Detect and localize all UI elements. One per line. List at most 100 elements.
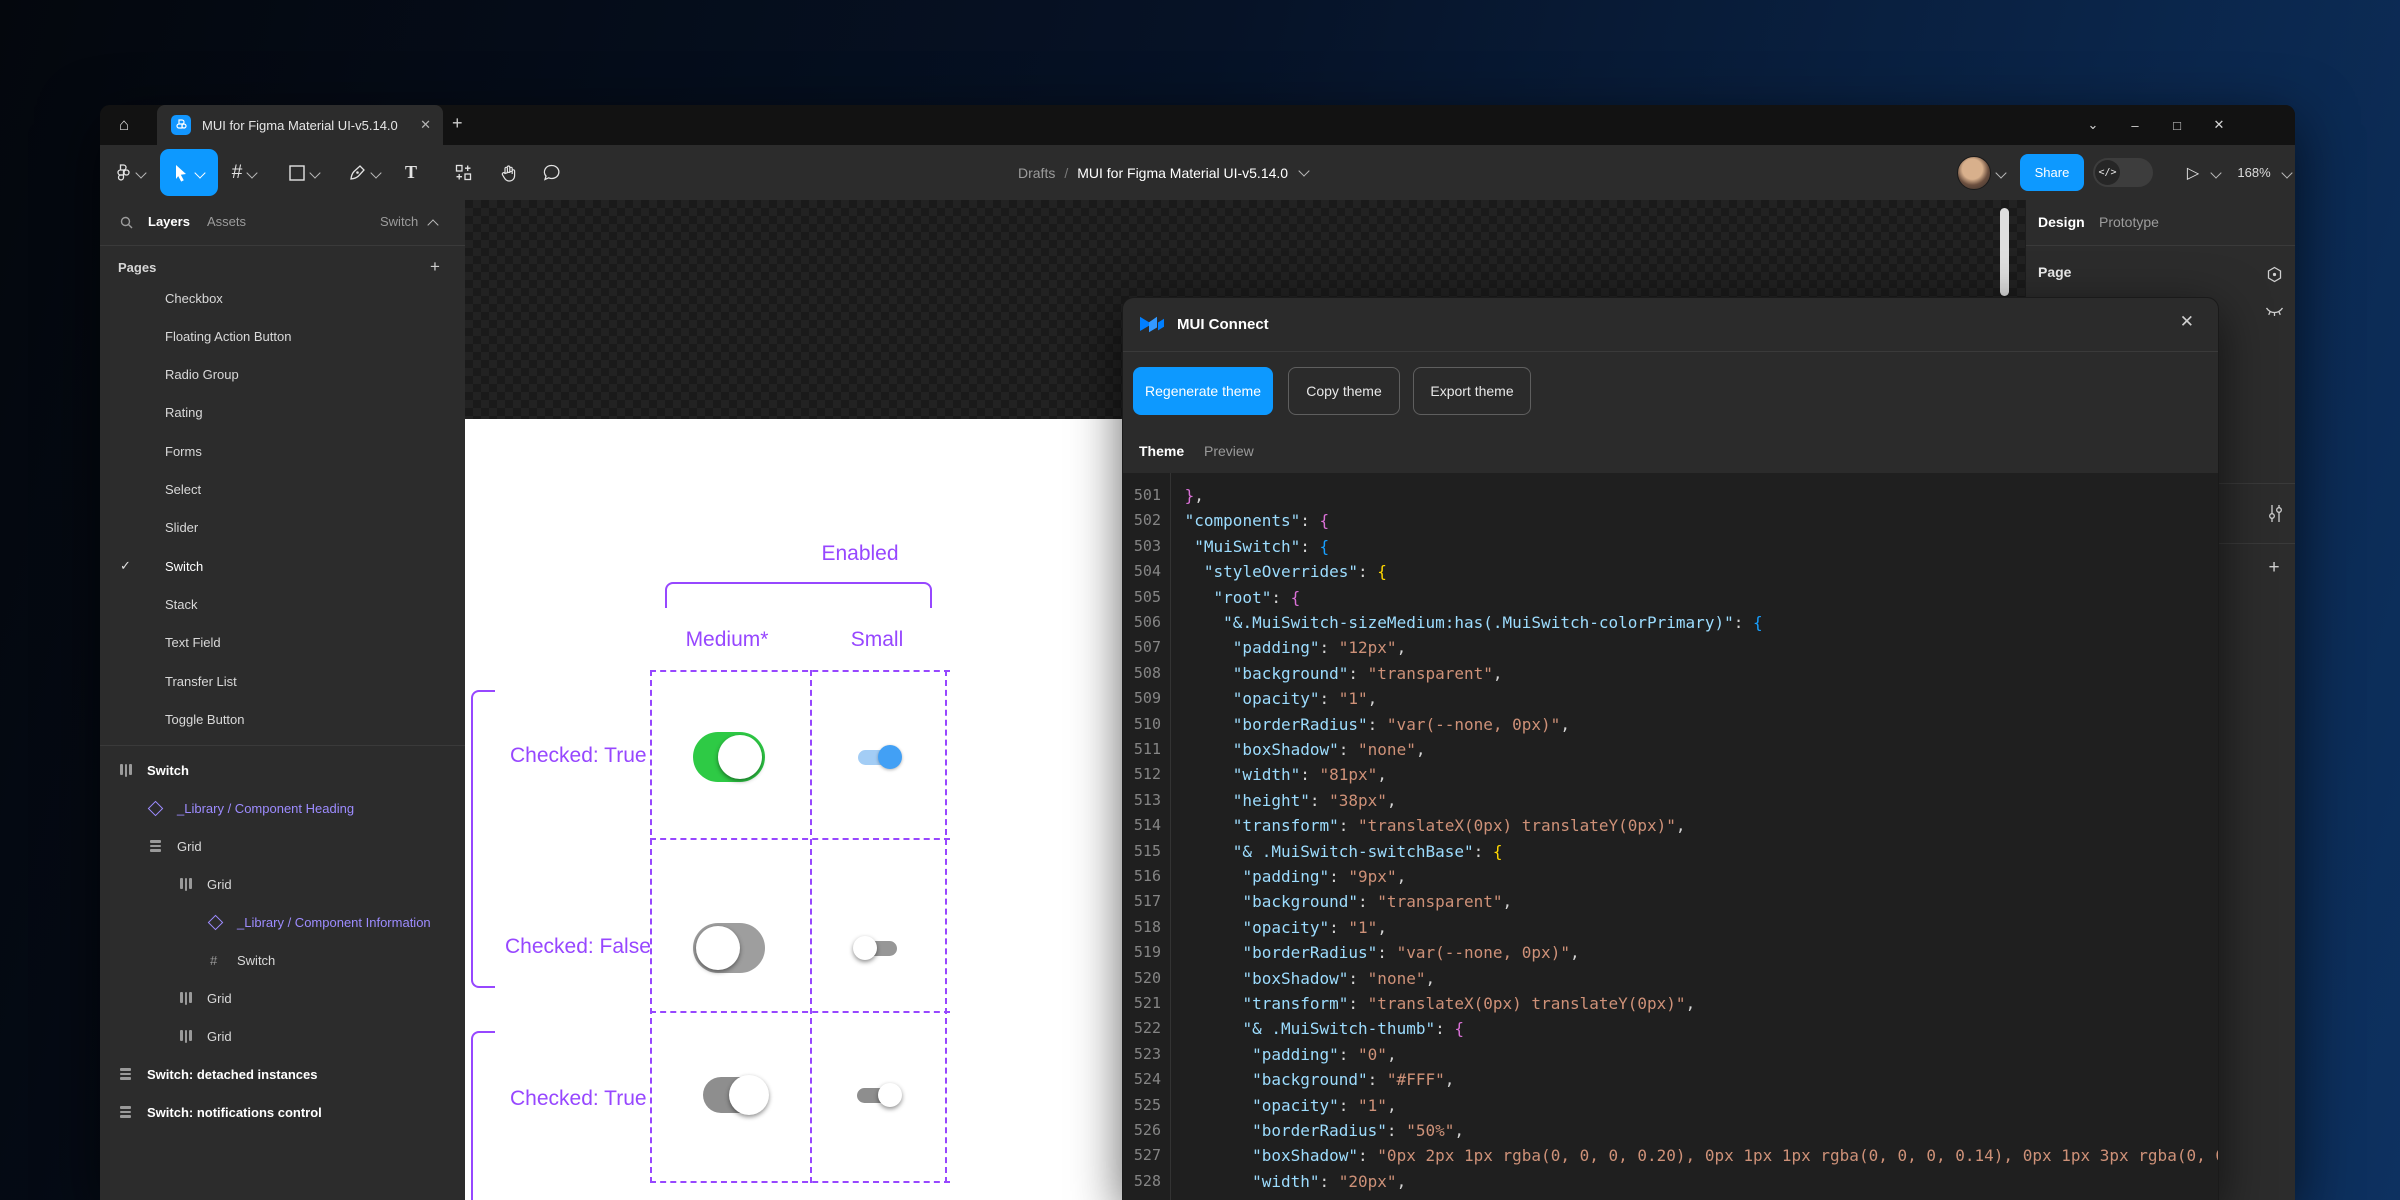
page-item[interactable]: Forms [100,432,465,470]
add-page-icon[interactable]: + [430,257,440,277]
cursor-icon [174,164,189,182]
page-item[interactable]: Stack [100,585,465,623]
page-item[interactable]: Transfer List [100,662,465,700]
page-item[interactable]: ✓Switch [100,547,465,585]
comment-tool-button[interactable] [537,145,567,200]
switch-medium-checked[interactable] [693,732,765,782]
tab-assets[interactable]: Assets [207,214,246,229]
home-button[interactable]: ⌂ [110,112,138,138]
dev-mode-icon: </> [2095,160,2120,185]
layer-item[interactable]: _Library / Component Heading [100,789,465,827]
code-line: "padding": "9px", [1175,864,1406,889]
page-item[interactable]: Rating [100,394,465,432]
page-item[interactable]: Radio Group [100,356,465,394]
figma-logo-icon [116,164,131,181]
chevron-down-icon[interactable] [2281,167,2292,178]
hand-icon [500,164,517,182]
text-tool-button[interactable]: T [396,145,426,200]
chevron-down-icon[interactable] [1995,167,2006,178]
line-number: 503 [1123,534,1161,559]
switch-medium-unchecked[interactable] [693,923,765,973]
enabled-rows-bracket [471,690,495,988]
export-theme-button[interactable]: Export theme [1413,367,1531,415]
zoom-level[interactable]: 168% [2232,145,2276,200]
dialog-close-icon[interactable]: ✕ [2180,312,2194,332]
hand-tool-button[interactable] [493,145,523,200]
panel-divider [2026,245,2295,246]
plus-icon[interactable]: + [2264,558,2284,578]
figma-menu-button[interactable] [108,145,152,200]
file-tab[interactable]: MUI for Figma Material UI-v5.14.0 ✕ [157,105,443,145]
close-icon[interactable]: ✕ [2198,117,2240,133]
chevron-up-icon[interactable] [427,219,438,230]
line-number: 529 [1123,1194,1161,1200]
enabled-group-label: Enabled [760,542,960,566]
page-item[interactable]: Checkbox [100,279,465,317]
theme-code-editor[interactable]: 501 },502 "components": {503 "MuiSwitch"… [1123,473,2218,1200]
layer-item[interactable]: _Library / Component Information [100,903,465,941]
switch-thumb [696,926,740,970]
regenerate-theme-button[interactable]: Regenerate theme [1133,367,1273,415]
breadcrumb-separator: / [1064,165,1068,181]
search-icon[interactable] [120,216,133,229]
tab-theme[interactable]: Theme [1139,429,1184,473]
maximize-icon[interactable]: □ [2156,118,2198,133]
new-tab-button[interactable]: + [452,113,463,134]
line-number: 513 [1123,788,1161,813]
design-frame[interactable] [465,419,1128,1200]
chevron-down-icon[interactable] [2210,167,2221,178]
tab-preview[interactable]: Preview [1204,429,1254,473]
breadcrumb-folder[interactable]: Drafts [1018,165,1055,181]
line-number: 505 [1123,585,1161,610]
pen-tool-button[interactable] [346,145,382,200]
copy-theme-button[interactable]: Copy theme [1288,367,1400,415]
hexagon-style-icon[interactable] [2264,264,2284,284]
layer-item[interactable]: Grid [100,979,465,1017]
chevron-down-icon [247,167,258,178]
sliders-icon[interactable] [2264,503,2286,523]
tab-layers[interactable]: Layers [148,214,190,229]
present-button[interactable]: ▷ [2180,145,2206,200]
move-tool-button[interactable] [160,149,218,196]
rectangle-icon [289,165,305,181]
page-item[interactable]: Floating Action Button [100,317,465,355]
window-menu-icon[interactable]: ⌄ [2072,117,2114,133]
disabled-rows-bracket [471,1031,495,1200]
code-line: "height": "38px", [1175,788,1397,813]
switch-small-disabled-checked[interactable] [857,1088,897,1103]
layer-item[interactable]: Grid [100,827,465,865]
file-name[interactable]: MUI for Figma Material UI-v5.14.0 [1077,165,1288,181]
switch-small-unchecked[interactable] [858,941,897,956]
dev-mode-toggle[interactable]: </> [2093,158,2153,187]
tab-design[interactable]: Design [2038,214,2085,230]
page-item[interactable]: Text Field [100,624,465,662]
chevron-down-icon[interactable] [1298,165,1309,176]
share-button[interactable]: Share [2020,154,2084,191]
layer-item[interactable]: Grid [100,865,465,903]
minimize-icon[interactable]: – [2114,118,2156,133]
frame-tool-button[interactable]: # [226,145,262,200]
closed-eye-icon[interactable] [2264,304,2284,318]
tab-close-icon[interactable]: ✕ [420,117,431,133]
layer-item[interactable]: Switch: detached instances [100,1055,465,1093]
canvas-scrollbar[interactable] [2000,208,2009,296]
tab-strip: ⌂ MUI for Figma Material UI-v5.14.0 ✕ + … [100,105,2295,145]
page-selector[interactable]: Switch [380,214,418,229]
shape-tool-button[interactable] [286,145,322,200]
page-item[interactable]: Select [100,471,465,509]
chevron-down-icon [135,167,146,178]
code-line: "opacity": "1", [1175,1093,1397,1118]
layer-item[interactable]: Grid [100,1017,465,1055]
layer-item[interactable]: #Switch [100,941,465,979]
tab-prototype[interactable]: Prototype [2099,214,2159,230]
layer-item[interactable]: Switch: notifications control [100,1093,465,1131]
switch-medium-disabled-checked[interactable] [703,1077,763,1113]
layer-item[interactable]: Switch [100,751,465,789]
page-item[interactable]: Slider [100,509,465,547]
page-item[interactable]: Toggle Button [100,700,465,738]
gutter-separator [1170,473,1171,1200]
line-number: 507 [1123,635,1161,660]
switch-small-checked[interactable] [858,750,897,765]
user-avatar[interactable] [1957,156,1991,190]
resources-tool-button[interactable] [448,145,478,200]
